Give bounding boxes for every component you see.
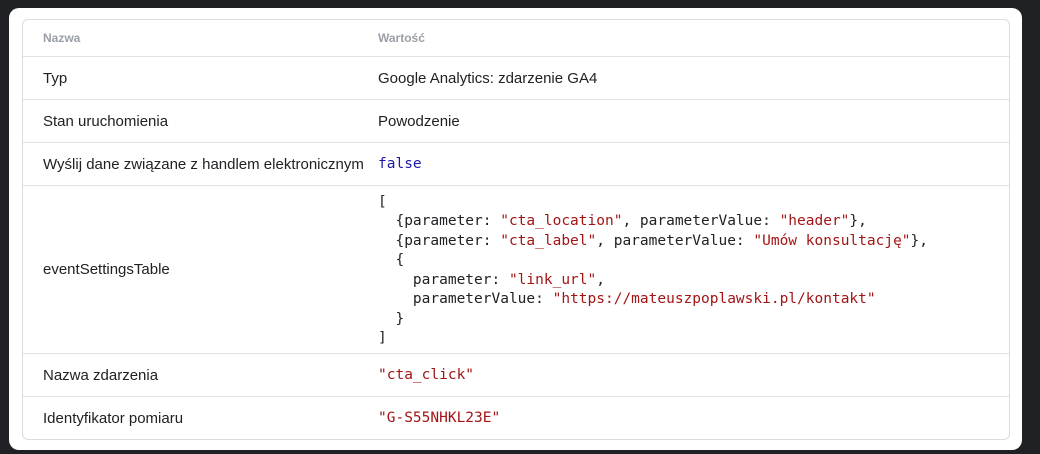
row-value-measurement-id: "G-S55NHKL23E": [378, 397, 1009, 439]
bracket-close: ]: [378, 330, 387, 346]
param-value: "header": [779, 213, 850, 229]
column-header-value: Wartość: [378, 31, 425, 45]
table-row: Nazwa zdarzenia "cta_click": [23, 353, 1009, 396]
table-row: Typ Google Analytics: zdarzenie GA4: [23, 56, 1009, 99]
table-row: Identyfikator pomiaru "G-S55NHKL23E": [23, 396, 1009, 439]
row-name-status: Stan uruchomienia: [43, 112, 169, 130]
param-name: "link_url": [508, 271, 597, 288]
row-value-type: Google Analytics: zdarzenie GA4: [378, 69, 598, 87]
table-row: eventSettingsTable [ {parameter: "cta_lo…: [23, 185, 1009, 353]
row-name-measurement-id: Identyfikator pomiaru: [43, 409, 184, 427]
details-card: Nazwa Wartość Typ Google Analytics: zdar…: [9, 8, 1022, 450]
row-name-ecommerce: Wyślij dane związane z handlem elektroni…: [43, 155, 364, 173]
table-row: Stan uruchomienia Powodzenie: [23, 99, 1009, 142]
row-name-event-settings: eventSettingsTable: [43, 261, 170, 278]
event-name-string: "cta_click": [378, 367, 475, 383]
variables-table: Nazwa Wartość Typ Google Analytics: zdar…: [22, 19, 1010, 440]
row-name-type: Typ: [43, 69, 68, 87]
event-settings-code: [ {parameter: "cta_location", parameterV…: [378, 193, 928, 347]
row-value-ecommerce: false: [378, 143, 1009, 185]
boolean-literal: false: [378, 156, 422, 172]
row-value-event-settings: [ {parameter: "cta_location", parameterV…: [378, 186, 1009, 353]
row-name-event-name: Nazwa zdarzenia: [43, 366, 159, 384]
param-name: "cta_label": [500, 232, 597, 249]
param-value: "https://mateuszpoplawski.pl/kontakt": [552, 291, 876, 307]
column-header-name: Nazwa: [43, 31, 81, 45]
param-name: "cta_location": [500, 213, 623, 229]
row-value-event-name: "cta_click": [378, 354, 1009, 396]
param-value: "Umów konsultację": [753, 232, 911, 249]
table-row: Wyślij dane związane z handlem elektroni…: [23, 142, 1009, 185]
row-value-status: Powodzenie: [378, 112, 460, 130]
measurement-id-string: "G-S55NHKL23E": [378, 410, 501, 426]
bracket-open: [: [378, 193, 387, 210]
table-header: Nazwa Wartość: [23, 20, 1009, 56]
